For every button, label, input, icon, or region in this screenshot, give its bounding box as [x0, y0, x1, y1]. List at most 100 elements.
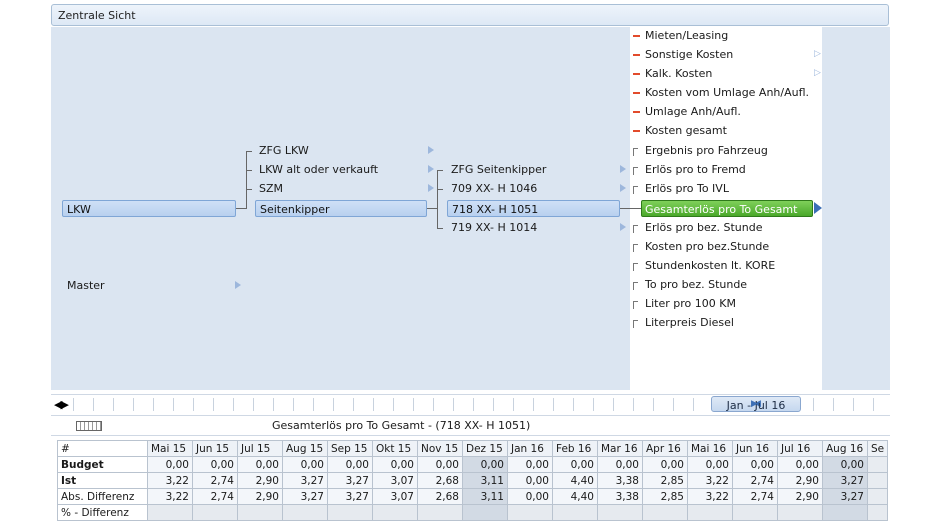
- table-cell[interactable]: [777, 504, 823, 521]
- column-header[interactable]: Aug 15: [282, 440, 328, 457]
- table-cell[interactable]: 0,00: [642, 456, 688, 473]
- table-cell[interactable]: [507, 504, 553, 521]
- table-cell[interactable]: 0,00: [732, 456, 778, 473]
- table-cell[interactable]: [237, 504, 283, 521]
- table-cell[interactable]: 3,27: [282, 488, 328, 505]
- column-header[interactable]: Aug 16: [822, 440, 868, 457]
- table-cell[interactable]: [597, 504, 643, 521]
- timeline-nav-icon[interactable]: ◀▶: [54, 398, 69, 411]
- table-cell[interactable]: 4,40: [552, 488, 598, 505]
- measure-item[interactable]: Kalk. Kosten: [645, 67, 712, 80]
- tree-node-szm[interactable]: SZM: [259, 182, 283, 195]
- measure-item[interactable]: Stundenkosten lt. KORE: [645, 259, 775, 272]
- table-cell[interactable]: 0,00: [507, 472, 553, 489]
- table-cell[interactable]: 3,38: [597, 488, 643, 505]
- table-cell[interactable]: 3,27: [822, 472, 868, 489]
- table-cell[interactable]: 0,00: [552, 456, 598, 473]
- table-cell[interactable]: [372, 504, 418, 521]
- table-cell[interactable]: 2,90: [777, 472, 823, 489]
- table-cell[interactable]: 2,90: [237, 472, 283, 489]
- table-cell[interactable]: 2,68: [417, 488, 463, 505]
- expand-arrow-icon[interactable]: [620, 165, 626, 173]
- table-cell[interactable]: [866, 488, 889, 505]
- table-cell[interactable]: 0,00: [237, 456, 283, 473]
- table-cell[interactable]: 2,85: [642, 472, 688, 489]
- table-cell[interactable]: 3,22: [687, 488, 733, 505]
- expand-arrow-icon[interactable]: [428, 184, 434, 192]
- measure-item[interactable]: Ergebnis pro Fahrzeug: [645, 144, 768, 157]
- table-cell[interactable]: [642, 504, 688, 521]
- table-cell[interactable]: [732, 504, 778, 521]
- column-header[interactable]: Feb 16: [552, 440, 598, 457]
- column-header[interactable]: Mar 16: [597, 440, 643, 457]
- table-cell[interactable]: [282, 504, 328, 521]
- table-cell[interactable]: 3,27: [327, 488, 373, 505]
- column-header[interactable]: Dez 15: [462, 440, 508, 457]
- tree-node-719[interactable]: 719 XX- H 1014: [451, 221, 537, 234]
- table-cell[interactable]: [327, 504, 373, 521]
- column-header[interactable]: Se: [866, 440, 889, 457]
- tree-node-709[interactable]: 709 XX- H 1046: [451, 182, 537, 195]
- column-header[interactable]: Nov 15: [417, 440, 463, 457]
- table-cell[interactable]: 3,07: [372, 488, 418, 505]
- table-cell[interactable]: 0,00: [777, 456, 823, 473]
- column-header[interactable]: Apr 16: [642, 440, 688, 457]
- table-cell[interactable]: 3,27: [327, 472, 373, 489]
- grid-layout-icon[interactable]: [76, 421, 102, 431]
- measure-item-selected[interactable]: Gesamterlös pro To Gesamt: [641, 200, 813, 217]
- table-cell[interactable]: 0,00: [147, 456, 193, 473]
- measure-item[interactable]: Sonstige Kosten: [645, 48, 733, 61]
- table-cell[interactable]: [687, 504, 733, 521]
- table-cell[interactable]: 2,68: [417, 472, 463, 489]
- column-header[interactable]: Okt 15: [372, 440, 418, 457]
- tree-node-lkw-alt[interactable]: LKW alt oder verkauft: [259, 163, 378, 176]
- measure-item[interactable]: Kosten vom Umlage Anh/Aufl.: [645, 86, 809, 99]
- table-cell[interactable]: 2,85: [642, 488, 688, 505]
- expand-arrow-icon[interactable]: [235, 281, 241, 289]
- measure-item[interactable]: Erlös pro to Fremd: [645, 163, 746, 176]
- expand-arrow-icon[interactable]: [620, 223, 626, 231]
- column-header[interactable]: Mai 15: [147, 440, 193, 457]
- measure-item[interactable]: To pro bez. Stunde: [645, 278, 747, 291]
- table-cell[interactable]: 0,00: [822, 456, 868, 473]
- chevron-right-icon[interactable]: ▷: [814, 49, 821, 59]
- table-cell[interactable]: 0,00: [282, 456, 328, 473]
- expand-arrow-icon[interactable]: [428, 146, 434, 154]
- table-cell[interactable]: [147, 504, 193, 521]
- table-cell[interactable]: 3,27: [282, 472, 328, 489]
- table-cell[interactable]: 0,00: [327, 456, 373, 473]
- range-right-handle-icon[interactable]: ▶: [712, 399, 797, 409]
- column-header[interactable]: Jun 16: [732, 440, 778, 457]
- table-cell[interactable]: [192, 504, 238, 521]
- measure-item[interactable]: Kosten pro bez.Stunde: [645, 240, 769, 253]
- table-cell[interactable]: [822, 504, 868, 521]
- table-cell[interactable]: 0,00: [417, 456, 463, 473]
- tree-node-zfg-seitenkipper[interactable]: ZFG Seitenkipper: [451, 163, 546, 176]
- table-cell[interactable]: 3,11: [462, 472, 508, 489]
- measure-item[interactable]: Erlös pro bez. Stunde: [645, 221, 762, 234]
- expand-arrow-icon[interactable]: [428, 165, 434, 173]
- column-header[interactable]: Sep 15: [327, 440, 373, 457]
- table-cell[interactable]: 2,90: [777, 488, 823, 505]
- table-cell[interactable]: 3,22: [147, 488, 193, 505]
- column-header[interactable]: Jan 16: [507, 440, 553, 457]
- table-cell[interactable]: [552, 504, 598, 521]
- table-cell[interactable]: [462, 504, 508, 521]
- tree-node-seitenkipper[interactable]: Seitenkipper: [255, 200, 427, 217]
- tree-node-718[interactable]: 718 XX- H 1051: [447, 200, 620, 217]
- measure-item[interactable]: Literpreis Diesel: [645, 316, 734, 329]
- table-cell[interactable]: 3,22: [147, 472, 193, 489]
- table-cell[interactable]: 2,74: [192, 488, 238, 505]
- table-cell[interactable]: [866, 456, 889, 473]
- column-header[interactable]: Jun 15: [192, 440, 238, 457]
- table-cell[interactable]: 0,00: [372, 456, 418, 473]
- table-cell[interactable]: 2,90: [237, 488, 283, 505]
- table-cell[interactable]: 0,00: [597, 456, 643, 473]
- table-cell[interactable]: 0,00: [687, 456, 733, 473]
- column-header[interactable]: Mai 16: [687, 440, 733, 457]
- tree-node-master[interactable]: Master: [67, 279, 105, 292]
- expand-arrow-icon[interactable]: [620, 184, 626, 192]
- play-arrow-icon[interactable]: [814, 202, 822, 214]
- table-cell[interactable]: 2,74: [192, 472, 238, 489]
- tree-node-lkw[interactable]: LKW: [62, 200, 236, 217]
